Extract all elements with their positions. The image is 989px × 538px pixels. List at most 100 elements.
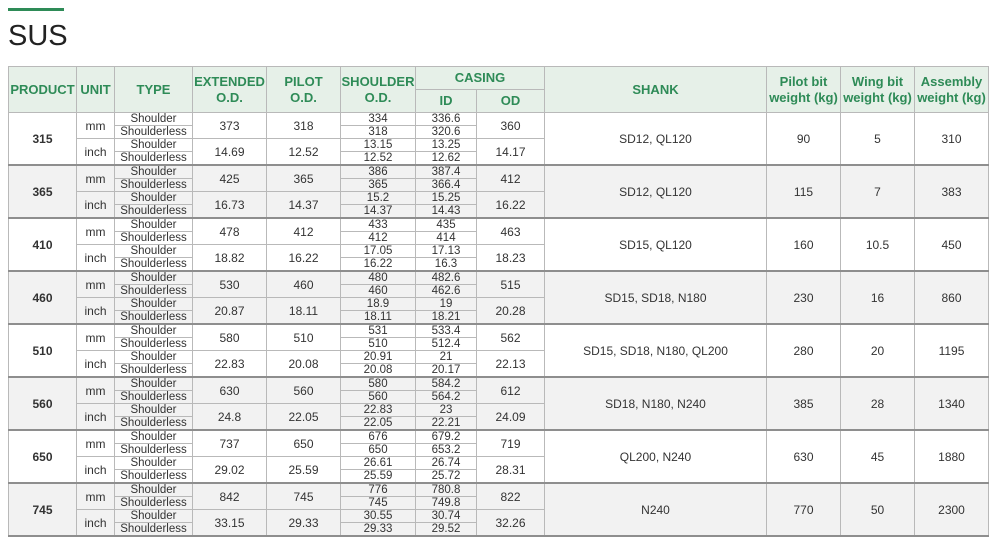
pilot-bit-weight-cell: 630 [766, 429, 841, 484]
assembly-weight-cell: 1880 [914, 429, 989, 484]
casing-id-cell-line1: 19 [416, 298, 476, 311]
unit-cell: inch [76, 509, 115, 537]
casing-id-cell-line1: 30.74 [416, 510, 476, 523]
header-assembly-weight: Assembly weight (kg) [914, 66, 989, 113]
casing-id-cell-line2: 320.6 [431, 126, 461, 138]
shank-cell: SD12, QL120 [544, 112, 767, 166]
type-cell-line2: Shoulderless [120, 523, 187, 535]
shoulder-od-cell-line1: 386 [341, 166, 415, 179]
shoulder-od-cell-line2: 510 [368, 338, 388, 350]
table-row: 460 mm Shoulder Shoulderless 530 460 480 460 482… [8, 270, 989, 325]
unit-cell: inch [76, 244, 115, 272]
unit-cell: inch [76, 403, 115, 431]
type-cell-line2: Shoulderless [120, 152, 187, 164]
pilot-bit-weight-cell: 385 [766, 376, 841, 431]
shoulder-od-cell: 776 745 [340, 482, 416, 510]
shoulder-od-cell-line2: 365 [368, 179, 388, 191]
casing-id-cell-line1: 15.25 [416, 192, 476, 205]
shoulder-od-cell-line1: 17.05 [341, 245, 415, 258]
pilot-bit-weight-cell: 230 [766, 270, 841, 325]
type-cell: Shoulder Shoulderless [114, 297, 193, 325]
casing-od-cell: 20.28 [476, 297, 545, 325]
pilot-bit-weight-cell: 115 [766, 164, 841, 219]
casing-od-cell: 14.17 [476, 138, 545, 166]
header-pilot-line2: O.D. [290, 89, 317, 105]
type-cell-line1: Shoulder [115, 192, 192, 205]
shoulder-od-cell: 531 510 [340, 323, 416, 351]
casing-id-cell-line2: 462.6 [431, 285, 461, 297]
shoulder-od-cell-line1: 15.2 [341, 192, 415, 205]
header-assembly-line1: Assembly [920, 73, 983, 89]
type-cell-line1: Shoulder [115, 325, 192, 338]
casing-id-cell: 30.74 29.52 [415, 509, 477, 537]
pilot-bit-weight-cell: 90 [766, 112, 841, 166]
product-cell: 650 [8, 429, 77, 484]
type-cell: Shoulder Shoulderless [114, 376, 193, 404]
pilot-od-cell: 365 [266, 164, 341, 192]
header-shoulder-line1: SHOULDER [341, 73, 415, 89]
casing-id-cell: 21 20.17 [415, 350, 477, 378]
product-group: 560 mm Shoulder Shoulderless 630 560 580 560 584… [8, 376, 989, 431]
table-row: 510 mm Shoulder Shoulderless 580 510 531 510 533… [8, 323, 989, 378]
casing-id-cell-line2: 20.17 [431, 364, 461, 376]
header-wing-bit-weight: Wing bit weight (kg) [840, 66, 915, 113]
assembly-weight-cell: 2300 [914, 482, 989, 537]
shoulder-od-cell: 17.05 16.22 [340, 244, 416, 272]
product-group: 365 mm Shoulder Shoulderless 425 365 386 365 387… [8, 164, 989, 219]
unit-cell: mm [76, 376, 115, 404]
shoulder-od-cell: 676 650 [340, 429, 416, 457]
type-cell-line1: Shoulder [115, 114, 192, 126]
assembly-weight-cell: 1195 [914, 323, 989, 378]
casing-od-cell: 32.26 [476, 509, 545, 537]
pilot-od-cell: 14.37 [266, 191, 341, 219]
casing-id-cell-line2: 366.4 [431, 179, 461, 191]
shoulder-od-cell-line1: 22.83 [341, 404, 415, 417]
pilot-od-cell: 12.52 [266, 138, 341, 166]
extended-od-cell: 20.87 [192, 297, 267, 325]
shoulder-od-cell: 15.2 14.37 [340, 191, 416, 219]
assembly-weight-cell: 310 [914, 112, 989, 166]
type-cell-line2: Shoulderless [120, 232, 187, 244]
extended-od-cell: 14.69 [192, 138, 267, 166]
shoulder-od-cell: 386 365 [340, 164, 416, 192]
product-group: 650 mm Shoulder Shoulderless 737 650 676 650 679… [8, 429, 989, 484]
shank-cell: SD15, SD18, N180, QL200 [544, 323, 767, 378]
type-cell-line2: Shoulderless [120, 311, 187, 323]
unit-cell: inch [76, 297, 115, 325]
type-cell: Shoulder Shoulderless [114, 191, 193, 219]
header-type: TYPE [114, 66, 193, 113]
table-row: 315 mm Shoulder Shoulderless 373 318 334 318 336… [8, 112, 989, 166]
shoulder-od-cell: 480 460 [340, 270, 416, 298]
shoulder-od-cell-line2: 25.59 [363, 470, 393, 482]
wing-bit-weight-cell: 45 [840, 429, 915, 484]
type-cell-line1: Shoulder [115, 298, 192, 311]
casing-id-cell-line1: 23 [416, 404, 476, 417]
pilot-od-cell: 560 [266, 376, 341, 404]
shoulder-od-cell-line1: 776 [341, 484, 415, 497]
type-cell: Shoulder Shoulderless [114, 482, 193, 510]
table-row: 410 mm Shoulder Shoulderless 478 412 433 412 435… [8, 217, 989, 272]
extended-od-cell: 373 [192, 112, 267, 139]
pilot-od-cell: 29.33 [266, 509, 341, 537]
type-cell: Shoulder Shoulderless [114, 456, 193, 484]
casing-id-cell-line2: 512.4 [431, 338, 461, 350]
unit-cell: mm [76, 270, 115, 298]
casing-id-cell: 387.4 366.4 [415, 164, 477, 192]
shoulder-od-cell: 18.9 18.11 [340, 297, 416, 325]
header-pilot-od: PILOT O.D. [266, 66, 341, 113]
pilot-od-cell: 510 [266, 323, 341, 351]
casing-id-cell-line2: 22.21 [431, 417, 461, 429]
shoulder-od-cell-line1: 30.55 [341, 510, 415, 523]
casing-od-cell: 360 [476, 112, 545, 139]
unit-cell: mm [76, 164, 115, 192]
table-row: 365 mm Shoulder Shoulderless 425 365 386 365 387… [8, 164, 989, 219]
casing-id-cell-line1: 533.4 [416, 325, 476, 338]
type-cell-line1: Shoulder [115, 431, 192, 444]
shoulder-od-cell-line1: 676 [341, 431, 415, 444]
casing-id-cell-line2: 564.2 [431, 391, 461, 403]
product-cell: 460 [8, 270, 77, 325]
table-row: 560 mm Shoulder Shoulderless 630 560 580 560 584… [8, 376, 989, 431]
shoulder-od-cell: 26.61 25.59 [340, 456, 416, 484]
product-cell: 315 [8, 112, 77, 166]
type-cell-line2: Shoulderless [120, 126, 187, 138]
